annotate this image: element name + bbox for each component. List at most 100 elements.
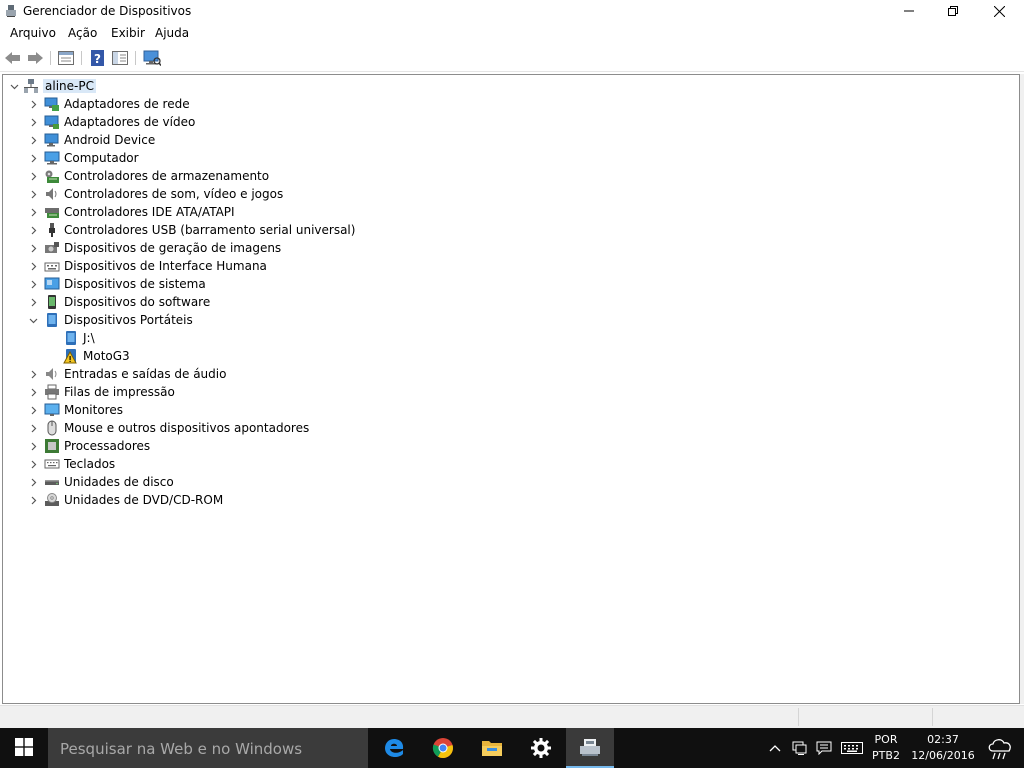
start-button[interactable] [0, 728, 48, 768]
expand-chevron-icon[interactable] [26, 455, 40, 473]
minimize-button[interactable] [886, 0, 932, 22]
tree-node[interactable]: Dispositivos de sistema [26, 275, 206, 293]
menu-arquivo[interactable]: Arquivo [10, 26, 56, 40]
restore-button[interactable] [930, 0, 976, 22]
clock-date: 12/06/2016 [911, 749, 975, 762]
expand-chevron-icon[interactable] [26, 167, 40, 185]
expand-chevron-icon[interactable] [26, 203, 40, 221]
expand-chevron-icon[interactable] [26, 293, 40, 311]
expand-chevron-icon[interactable] [26, 257, 40, 275]
tree-node[interactable]: Controladores de som, vídeo e jogos [26, 185, 283, 203]
tree-root[interactable]: aline-PC [7, 77, 96, 95]
storage-controller-icon [44, 168, 60, 184]
tree-node[interactable]: Controladores USB (barramento serial uni… [26, 221, 355, 239]
expand-chevron-icon[interactable] [26, 239, 40, 257]
edge-icon[interactable] [370, 728, 418, 768]
tree-child-label: J:\ [83, 331, 95, 345]
tree-node[interactable]: Processadores [26, 437, 150, 455]
toolbar-separator [50, 51, 51, 65]
android-device-icon [44, 132, 60, 148]
tree-node-label: Computador [64, 151, 139, 165]
chrome-icon[interactable] [419, 728, 467, 768]
device-manager-app-icon [4, 4, 18, 18]
help-icon[interactable]: ? [89, 49, 107, 67]
tree-node[interactable]: Adaptadores de vídeo [26, 113, 195, 131]
weather-rain-icon[interactable] [982, 728, 1020, 768]
device-tree[interactable]: aline-PC Adaptadores de rede Adaptadores … [2, 74, 1020, 704]
expand-chevron-icon[interactable] [26, 95, 40, 113]
audio-io-icon [44, 366, 60, 382]
tree-node[interactable]: Monitores [26, 401, 123, 419]
title-bar: Gerenciador de Dispositivos [0, 0, 1024, 22]
tree-node[interactable]: Dispositivos de Interface Humana [26, 257, 267, 275]
expand-chevron-icon[interactable] [26, 113, 40, 131]
warning-icon [63, 348, 79, 364]
menu-exibir[interactable]: Exibir [111, 26, 145, 40]
expand-chevron-icon[interactable] [26, 149, 40, 167]
action-center-icon[interactable] [814, 728, 834, 768]
clock[interactable]: 02:37 12/06/2016 [908, 728, 978, 768]
tree-node[interactable]: Dispositivos Portáteis [26, 311, 193, 329]
portable-device-icon [63, 330, 79, 346]
collapse-chevron-icon[interactable] [7, 77, 21, 95]
tree-node[interactable]: Controladores IDE ATA/ATAPI [26, 203, 235, 221]
tree-node[interactable]: Unidades de DVD/CD-ROM [26, 491, 223, 509]
taskbar-search-box[interactable]: Pesquisar na Web e no Windows [48, 728, 368, 768]
tree-node[interactable]: Adaptadores de rede [26, 95, 190, 113]
svg-text:?: ? [94, 52, 101, 66]
device-manager-icon[interactable] [566, 728, 614, 768]
menu-ajuda[interactable]: Ajuda [155, 26, 189, 40]
tree-node-label: Controladores USB (barramento serial uni… [64, 223, 356, 237]
tree-node[interactable]: Mouse e outros dispositivos apontadores [26, 419, 309, 437]
expand-chevron-icon[interactable] [26, 275, 40, 293]
input-language[interactable]: POR PTB2 [868, 728, 904, 768]
file-explorer-icon[interactable] [468, 728, 516, 768]
menu-acao[interactable]: Ação [68, 26, 97, 40]
tree-node[interactable]: Computador [26, 149, 139, 167]
tree-child-node[interactable]: J:\ [45, 329, 95, 347]
tree-node[interactable]: Android Device [26, 131, 155, 149]
expand-chevron-icon[interactable] [26, 185, 40, 203]
keyboard-layout: PTB2 [872, 749, 900, 762]
expand-chevron-icon[interactable] [26, 365, 40, 383]
tree-node[interactable]: Dispositivos de geração de imagens [26, 239, 281, 257]
dvd-drive-icon [44, 492, 60, 508]
show-hidden-icons-chevron-icon[interactable] [766, 728, 784, 768]
tree-child-node[interactable]: MotoG3 [45, 347, 130, 365]
software-device-icon [44, 294, 60, 310]
tree-node-label: Dispositivos de sistema [64, 277, 206, 291]
tree-node[interactable]: Entradas e saídas de áudio [26, 365, 226, 383]
expand-chevron-icon[interactable] [26, 401, 40, 419]
settings-icon[interactable] [517, 728, 565, 768]
expand-chevron-icon[interactable] [26, 221, 40, 239]
scrollbar-track[interactable] [1020, 74, 1024, 704]
show-hide-tree-icon[interactable] [111, 49, 129, 67]
expand-chevron-icon[interactable] [26, 491, 40, 509]
close-button[interactable] [976, 0, 1022, 22]
expand-chevron-icon[interactable] [26, 473, 40, 491]
tree-node-label: Dispositivos do software [64, 295, 211, 309]
expand-chevron-icon[interactable] [26, 131, 40, 149]
tree-node-label: Unidades de disco [64, 475, 174, 489]
forward-arrow-icon[interactable] [26, 49, 44, 67]
touch-keyboard-icon[interactable] [838, 728, 866, 768]
tree-node[interactable]: Dispositivos do software [26, 293, 210, 311]
expand-chevron-icon[interactable] [26, 419, 40, 437]
status-divider [798, 708, 799, 726]
tree-node[interactable]: Unidades de disco [26, 473, 174, 491]
collapse-chevron-icon[interactable] [26, 311, 40, 329]
sound-icon [44, 186, 60, 202]
properties-icon[interactable] [57, 49, 75, 67]
tree-node[interactable]: Controladores de armazenamento [26, 167, 269, 185]
expand-chevron-icon[interactable] [26, 437, 40, 455]
tree-node-label: Dispositivos de Interface Humana [64, 259, 267, 273]
tree-node[interactable]: Teclados [26, 455, 115, 473]
expand-chevron-icon[interactable] [26, 383, 40, 401]
network-icon[interactable] [790, 728, 810, 768]
tree-node-label: Controladores IDE ATA/ATAPI [64, 205, 235, 219]
display-adapter-icon [44, 114, 60, 130]
tree-node[interactable]: Filas de impressão [26, 383, 175, 401]
scan-hardware-icon[interactable] [143, 49, 161, 67]
back-arrow-icon[interactable] [4, 49, 22, 67]
